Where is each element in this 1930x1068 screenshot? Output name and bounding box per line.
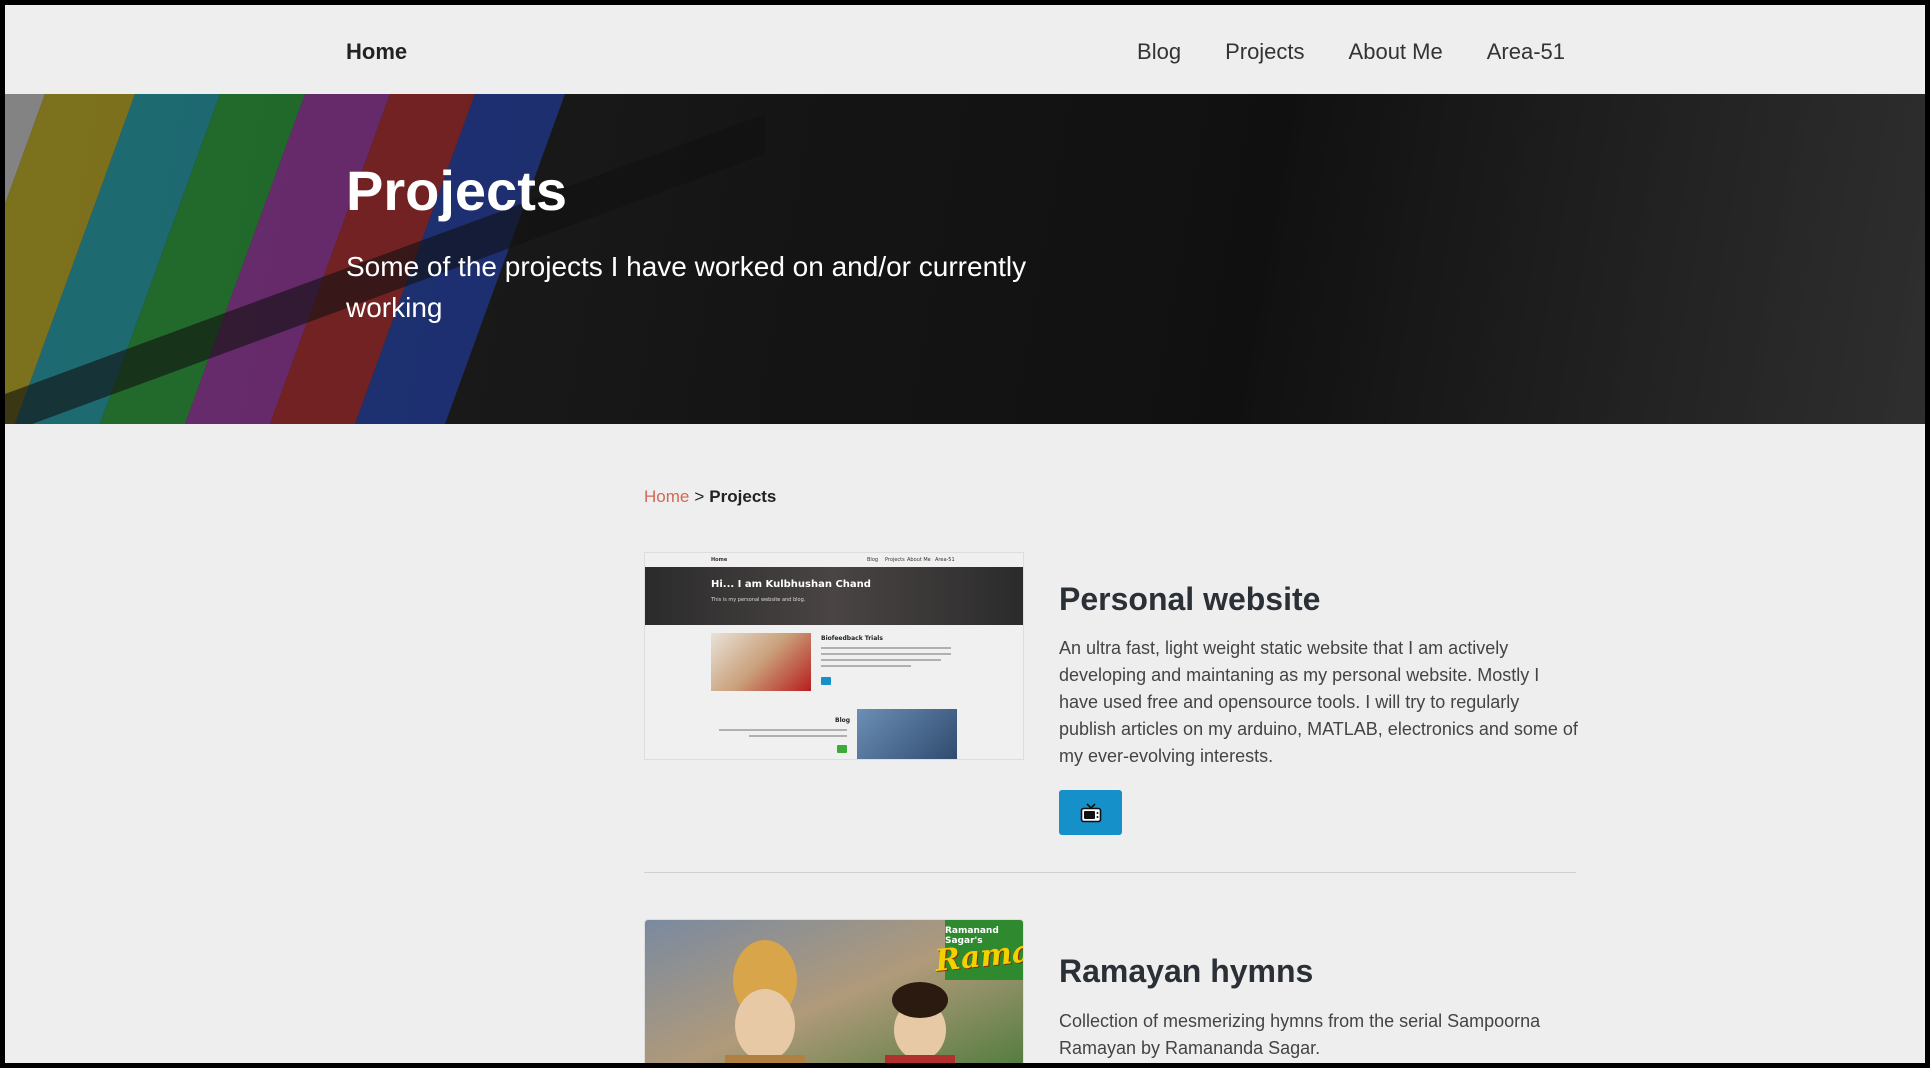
mini-button — [821, 677, 831, 685]
mini-nav-link: About Me — [907, 557, 931, 563]
breadcrumb-separator: > — [694, 487, 705, 506]
mini-text-line — [821, 659, 941, 661]
mini-card-title: Blog — [835, 717, 851, 724]
mini-nav-link: Projects — [885, 557, 905, 563]
mini-text-line — [749, 735, 847, 737]
page: Home Blog Projects About Me Area-51 Proj… — [5, 5, 1925, 1063]
nav-link-projects[interactable]: Projects — [1225, 39, 1304, 65]
mini-text-line — [821, 665, 911, 667]
mini-nav-link: Area-51 — [935, 557, 955, 563]
mini-button — [837, 745, 847, 753]
nav-link-blog[interactable]: Blog — [1137, 39, 1181, 65]
project-divider — [644, 872, 1576, 873]
mini-brand: Home — [711, 557, 728, 563]
navbar: Home Blog Projects About Me Area-51 — [5, 5, 1925, 94]
breadcrumb-current: Projects — [709, 487, 777, 506]
mini-card-image — [711, 633, 811, 691]
project-thumbnail[interactable]: Ramanand Sagar's Ramayan — [644, 919, 1024, 1063]
page-subtitle: Some of the projects I have worked on an… — [346, 251, 1027, 323]
mini-card-title: Biofeedback Trials — [821, 635, 883, 642]
mini-hero-title: Hi... I am Kulbhushan Chand — [711, 579, 871, 590]
brand-home-link[interactable]: Home — [346, 39, 407, 65]
tv-icon — [1080, 802, 1101, 822]
mini-card-image — [857, 709, 957, 759]
project-description: Collection of mesmerizing hymns from the… — [1059, 1011, 1541, 1058]
breadcrumb: Home > Projects — [644, 487, 776, 507]
mini-nav-link: Blog — [867, 557, 879, 563]
project-thumbnail[interactable]: Home Blog Projects About Me Area-51 Hi..… — [644, 552, 1024, 760]
mini-hero-subtitle: This is my personal website and blog. — [711, 597, 806, 603]
mini-navbar: Home Blog Projects About Me Area-51 — [645, 553, 1023, 567]
project-description: An ultra fast, light weight static websi… — [1059, 638, 1578, 766]
mini-text-line — [821, 653, 951, 655]
view-project-button[interactable] — [1059, 790, 1122, 835]
page-title: Projects — [346, 159, 567, 222]
mini-text-line — [719, 729, 847, 731]
nav-links: Blog Projects About Me Area-51 — [1137, 39, 1565, 65]
nav-link-area-51[interactable]: Area-51 — [1487, 39, 1565, 65]
breadcrumb-home-link[interactable]: Home — [644, 487, 689, 506]
nav-link-about-me[interactable]: About Me — [1349, 39, 1443, 65]
project-title[interactable]: Ramayan hymns — [1059, 953, 1313, 990]
project-title[interactable]: Personal website — [1059, 581, 1320, 618]
mini-hero: Hi... I am Kulbhushan Chand This is my p… — [645, 567, 1023, 625]
mini-text-line — [821, 647, 951, 649]
hero-banner: Projects Some of the projects I have wor… — [5, 94, 1925, 424]
website-screenshot-image: Home Blog Projects About Me Area-51 Hi..… — [645, 553, 1023, 759]
